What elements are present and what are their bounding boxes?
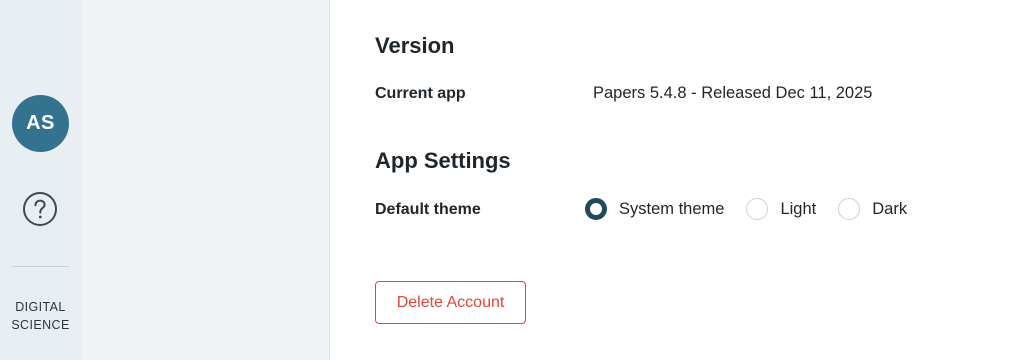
radio-light[interactable] xyxy=(746,198,769,220)
left-nav-rail: AS DIGITAL SCIENCE xyxy=(0,0,81,360)
theme-option-dark[interactable]: Dark xyxy=(838,198,907,220)
theme-option-light[interactable]: Light xyxy=(746,198,816,220)
app-settings-section-title: App Settings xyxy=(375,148,511,173)
help-circle-icon[interactable] xyxy=(22,191,58,227)
default-theme-label: Default theme xyxy=(375,201,481,218)
delete-account-button[interactable]: Delete Account xyxy=(375,281,526,324)
theme-option-system[interactable]: System theme xyxy=(585,198,724,220)
avatar[interactable]: AS xyxy=(12,95,69,152)
radio-label-system-theme: System theme xyxy=(619,199,725,218)
secondary-panel xyxy=(81,0,330,360)
rail-divider xyxy=(12,266,69,267)
help-circle-icon-graphic xyxy=(23,192,57,226)
brand-line-1: DIGITAL xyxy=(15,300,66,314)
current-app-label: Current app xyxy=(375,85,466,102)
radio-label-light: Light xyxy=(780,199,817,218)
theme-radio-group: System theme Light Dark xyxy=(585,196,929,222)
settings-window: AS DIGITAL SCIENCE Version Current app P… xyxy=(0,0,1024,360)
version-section-title: Version xyxy=(375,33,455,58)
settings-content: Version Current app Papers 5.4.8 - Relea… xyxy=(330,0,1024,360)
brand-line-2: SCIENCE xyxy=(11,318,70,332)
avatar-initials: AS xyxy=(26,112,55,134)
radio-dark[interactable] xyxy=(838,198,861,220)
current-app-value: Papers 5.4.8 - Released Dec 11, 2025 xyxy=(593,84,873,102)
digital-science-logo: DIGITAL SCIENCE xyxy=(0,298,81,334)
radio-label-dark: Dark xyxy=(872,199,908,218)
radio-system-theme[interactable] xyxy=(585,198,607,220)
